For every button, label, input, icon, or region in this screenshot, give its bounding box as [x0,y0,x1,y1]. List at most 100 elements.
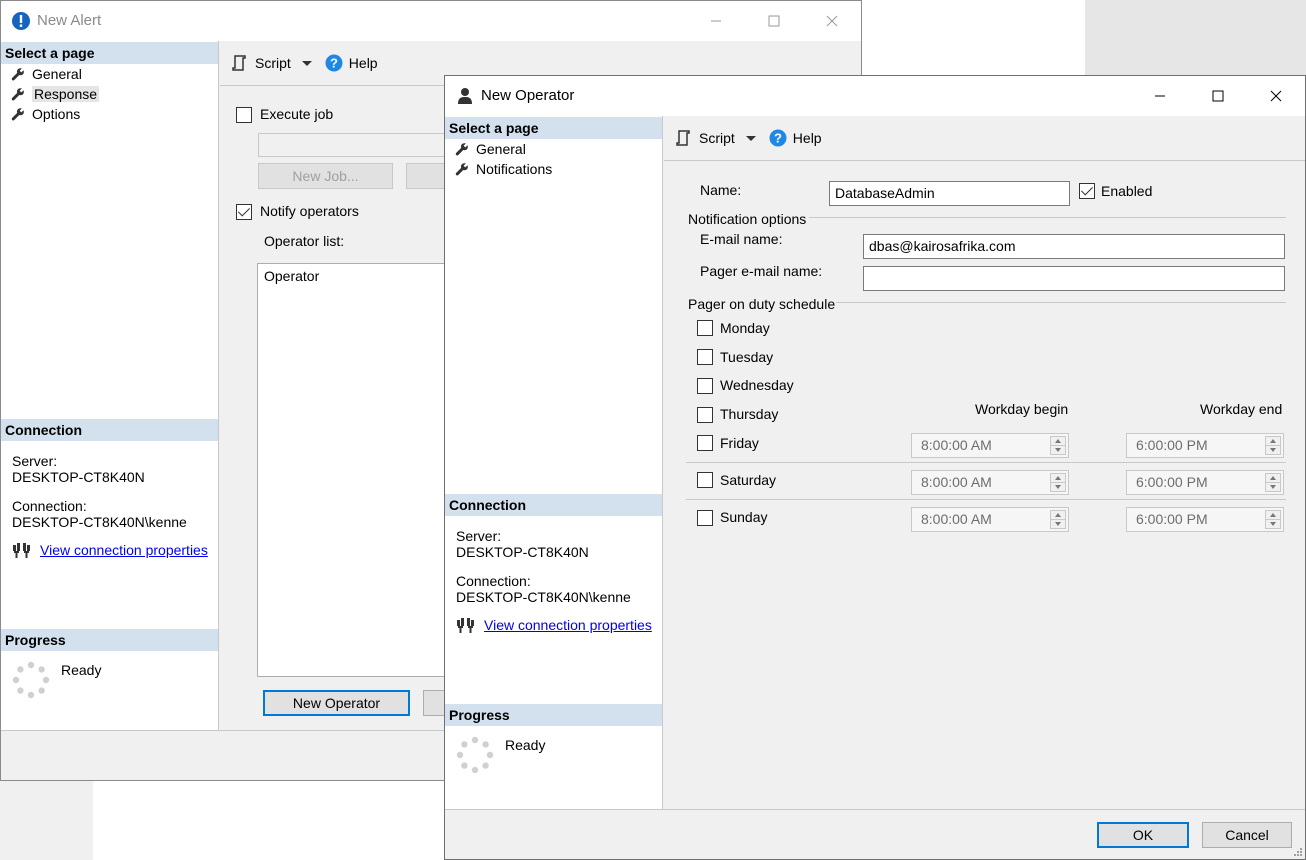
sunday-label: Sunday [720,509,768,525]
help-label: Help [792,130,822,146]
new-operator-button[interactable]: New Operator [263,690,410,716]
sunday-end-time[interactable]: 6:00:00 PM [1126,507,1284,532]
close-icon [826,15,838,27]
tuesday-label: Tuesday [720,349,774,365]
view-connection-properties-link[interactable]: View connection properties [484,617,652,633]
saturday-begin-time[interactable]: 8:00:00 AM [911,470,1069,495]
toolbar: Script ? Help [231,41,388,85]
svg-text:?: ? [330,56,338,71]
connection-header: Connection [445,494,662,516]
friday-checkbox[interactable] [697,435,713,451]
window-title: New Alert [37,12,102,29]
toolbar: Script ? Help [675,116,832,160]
alert-info-icon [12,12,30,30]
script-button[interactable]: Script [675,129,735,147]
saturday-label: Saturday [720,472,777,488]
spin-arrows[interactable] [1050,510,1066,529]
general-content: Name: DatabaseAdmin Enabled Notification… [664,160,1305,810]
chevron-down-icon[interactable] [301,57,313,69]
row-divider [686,499,1286,500]
minimize-icon [1155,95,1165,97]
job-select[interactable] [258,133,458,157]
cancel-button[interactable]: Cancel [1202,822,1292,848]
script-button[interactable]: Script [231,54,291,72]
saturday-checkbox[interactable] [697,472,713,488]
saturday-end-time[interactable]: 6:00:00 PM [1126,470,1284,495]
help-button[interactable]: ? Help [769,129,822,147]
name-input[interactable]: DatabaseAdmin [829,181,1070,206]
minimize-icon [711,20,721,22]
page-notifications[interactable]: Notifications [455,159,552,179]
page-label: General [476,141,526,157]
time-value: 8:00:00 AM [921,437,992,453]
pager-email-input[interactable] [863,266,1285,291]
chevron-down-icon[interactable] [745,132,757,144]
script-icon [232,55,246,71]
name-label: Name: [700,182,742,198]
wrench-icon [455,143,468,156]
friday-end-time[interactable]: 6:00:00 PM [1126,433,1284,458]
friday-label: Friday [720,435,759,451]
close-button[interactable] [803,1,861,41]
execute-job-checkbox[interactable] [236,107,252,123]
maximize-icon [1212,90,1224,102]
help-icon: ? [325,54,343,72]
page-response[interactable]: Response [11,84,100,104]
spin-arrows[interactable] [1265,510,1281,529]
help-button[interactable]: ? Help [325,54,378,72]
wrench-icon [11,108,24,121]
window-title: New Operator [481,87,575,104]
wednesday-checkbox[interactable] [697,378,713,394]
tuesday-checkbox[interactable] [697,349,713,365]
page-label: Options [32,106,81,122]
thursday-checkbox[interactable] [697,407,713,423]
spin-arrows[interactable] [1265,473,1281,492]
page-general[interactable]: General [11,64,82,84]
progress-spinner-icon [12,661,50,699]
pager-schedule-label: Pager on duty schedule [688,296,836,312]
sunday-begin-time[interactable]: 8:00:00 AM [911,507,1069,532]
background-pane-lower [0,780,93,860]
maximize-button[interactable] [1189,76,1247,116]
spin-arrows[interactable] [1265,436,1281,455]
server-label: Server: [12,453,58,469]
view-connection-properties-row: View connection properties [456,616,652,634]
connection-label: Connection: [456,573,531,589]
thursday-label: Thursday [720,406,779,422]
time-value: 6:00:00 PM [1136,474,1208,490]
group-divider [836,302,1286,303]
time-value: 8:00:00 AM [921,474,992,490]
maximize-button[interactable] [745,1,803,41]
title-bar: New Operator [445,76,1305,116]
spin-arrows[interactable] [1050,436,1066,455]
close-button[interactable] [1247,76,1305,116]
email-name-input[interactable]: dbas@kairosafrika.com [863,234,1285,259]
notify-operators-checkbox[interactable] [236,204,252,220]
sunday-checkbox[interactable] [697,510,713,526]
email-name-label: E-mail name: [700,231,783,247]
server-label: Server: [456,528,502,544]
page-options[interactable]: Options [11,104,80,124]
operator-column-header: Operator [264,268,320,284]
user-icon [458,88,472,104]
view-connection-properties-link[interactable]: View connection properties [40,542,208,558]
spin-arrows[interactable] [1050,473,1066,492]
close-icon [1270,90,1282,102]
enabled-checkbox[interactable] [1079,183,1095,199]
left-pane: Select a page General Notifications Conn… [445,116,663,810]
minimize-button[interactable] [1131,76,1189,116]
progress-header: Progress [1,629,218,651]
help-icon: ? [769,129,787,147]
monday-checkbox[interactable] [697,320,713,336]
ok-button[interactable]: OK [1097,822,1189,848]
script-icon [676,130,690,146]
page-label: Notifications [476,161,553,177]
friday-begin-time[interactable]: 8:00:00 AM [911,433,1069,458]
new-operator-window: New Operator Select a page General Notif… [444,75,1306,860]
page-general[interactable]: General [455,139,526,159]
footer: OK Cancel [445,809,1305,859]
execute-job-label: Execute job [260,106,334,122]
resize-grip-icon[interactable] [1293,847,1303,857]
minimize-button[interactable] [687,1,745,41]
new-job-button[interactable]: New Job... [258,163,393,189]
